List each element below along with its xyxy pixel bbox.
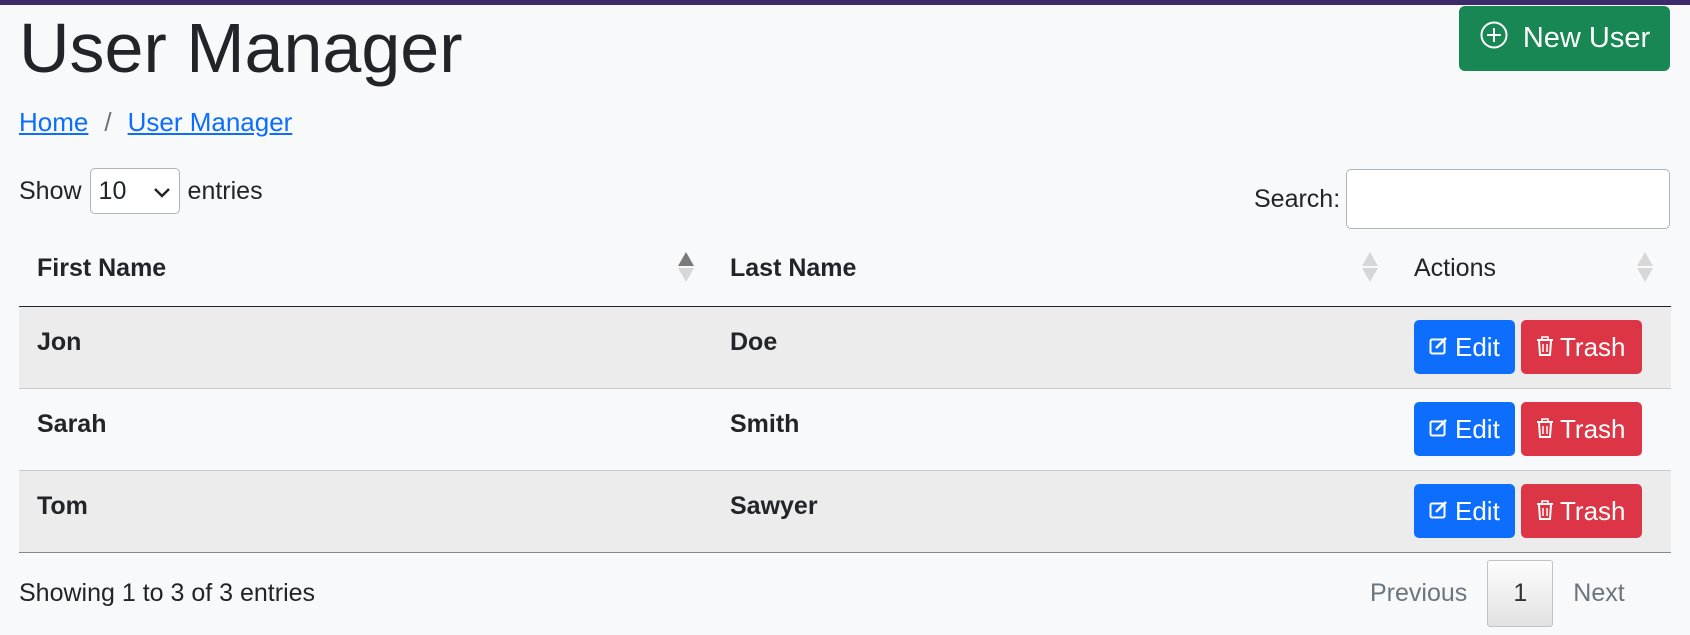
table-row: Tom Sawyer Edit Trash <box>19 470 1671 553</box>
edit-icon <box>1429 414 1449 445</box>
cell-actions: Edit Trash <box>1396 388 1671 471</box>
trash-icon <box>1536 414 1554 445</box>
chevron-down-icon <box>153 177 171 206</box>
new-user-button[interactable]: New User <box>1459 6 1670 71</box>
column-header-actions[interactable]: Actions <box>1396 232 1671 307</box>
trash-button[interactable]: Trash <box>1521 402 1642 456</box>
edit-label: Edit <box>1455 331 1500 362</box>
search-input[interactable] <box>1346 169 1671 229</box>
breadcrumb: Home / User Manager <box>19 104 292 140</box>
table-header-row: First Name Last Name Actions <box>19 232 1671 307</box>
next-page-button[interactable]: Next <box>1553 579 1644 608</box>
trash-button[interactable]: Trash <box>1521 484 1642 538</box>
page-1-button[interactable]: 1 <box>1487 560 1554 627</box>
cell-last-name: Doe <box>712 306 1396 389</box>
edit-button[interactable]: Edit <box>1414 320 1515 374</box>
sort-icon <box>678 250 694 284</box>
entries-label: entries <box>187 176 263 205</box>
users-table: First Name Last Name Actions Jon Doe Edi… <box>19 232 1671 553</box>
page-title: User Manager <box>19 9 463 87</box>
plus-circle-icon <box>1479 20 1509 58</box>
column-header-label: Actions <box>1414 254 1496 283</box>
cell-actions: Edit Trash <box>1396 470 1671 553</box>
breadcrumb-separator: / <box>104 107 112 137</box>
table-row: Jon Doe Edit Trash <box>19 306 1671 389</box>
trash-label: Trash <box>1560 331 1626 362</box>
trash-label: Trash <box>1560 413 1626 444</box>
trash-icon <box>1536 496 1554 527</box>
cell-last-name: Smith <box>712 388 1396 471</box>
show-label: Show <box>19 176 82 205</box>
trash-label: Trash <box>1560 495 1626 526</box>
cell-actions: Edit Trash <box>1396 306 1671 389</box>
trash-button[interactable]: Trash <box>1521 320 1642 374</box>
breadcrumb-home-link[interactable]: Home <box>19 104 88 140</box>
new-user-label: New User <box>1522 22 1651 54</box>
column-header-label: Last Name <box>730 254 857 283</box>
edit-icon <box>1429 332 1449 363</box>
entries-per-page-select[interactable]: 10 <box>89 168 180 214</box>
breadcrumb-current-link[interactable]: User Manager <box>128 104 293 140</box>
cell-last-name: Sawyer <box>712 470 1396 553</box>
edit-icon <box>1429 496 1449 527</box>
entries-per-page-value: 10 <box>98 176 127 205</box>
cell-first-name: Jon <box>19 306 712 389</box>
top-accent-bar <box>0 0 1690 5</box>
edit-label: Edit <box>1455 413 1500 444</box>
search-label: Search: <box>1254 184 1341 213</box>
trash-icon <box>1536 332 1554 363</box>
edit-button[interactable]: Edit <box>1414 402 1515 456</box>
previous-page-button[interactable]: Previous <box>1350 579 1487 608</box>
pagination: Previous 1 Next <box>1350 560 1645 627</box>
table-row: Sarah Smith Edit Trash <box>19 388 1671 471</box>
sort-icon <box>1362 250 1378 284</box>
sort-icon <box>1637 250 1653 284</box>
column-header-last-name[interactable]: Last Name <box>712 232 1396 307</box>
table-info-text: Showing 1 to 3 of 3 entries <box>19 579 316 607</box>
cell-first-name: Tom <box>19 470 712 553</box>
edit-label: Edit <box>1455 495 1500 526</box>
entries-length-control: Show 10 entries <box>19 168 263 214</box>
column-header-label: First Name <box>37 254 167 283</box>
column-header-first-name[interactable]: First Name <box>19 232 712 307</box>
search-control: Search: <box>1254 169 1671 229</box>
edit-button[interactable]: Edit <box>1414 484 1515 538</box>
cell-first-name: Sarah <box>19 388 712 471</box>
